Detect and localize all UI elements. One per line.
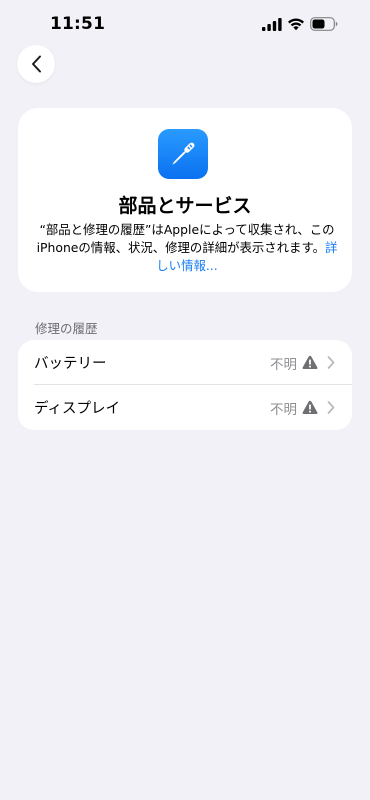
list-item-label: バッテリー: [34, 356, 107, 372]
repair-history-list: バッテリー 不明 ディスプレイ 不明: [18, 340, 352, 430]
chevron-right-icon: [327, 401, 335, 414]
page-title: 部品とサービス: [118, 195, 252, 217]
cellular-signal-icon: [262, 18, 282, 31]
list-item-label: ディスプレイ: [34, 401, 120, 417]
status-time: 11:51: [50, 14, 106, 34]
chevron-left-icon: [31, 55, 41, 73]
back-button[interactable]: [17, 45, 55, 83]
list-item-value: 不明: [270, 401, 297, 418]
warning-icon: [302, 355, 318, 369]
chevron-right-icon: [327, 356, 335, 369]
status-bar: 11:51: [0, 0, 370, 50]
section-label-repair-history: 修理の履歴: [35, 321, 98, 336]
list-item-battery[interactable]: バッテリー 不明: [18, 340, 352, 385]
screen: 11:51 部品とサービス “部品と修理の履歴”はAppleによって収集され、こ…: [0, 0, 370, 800]
description-text: “部品と修理の履歴”はAppleによって収集され、このiPhoneの情報、状況、…: [36, 222, 335, 255]
list-item-value: 不明: [270, 356, 297, 373]
header-card: 部品とサービス “部品と修理の履歴”はAppleによって収集され、このiPhon…: [18, 108, 352, 292]
list-item-display[interactable]: ディスプレイ 不明: [18, 385, 352, 430]
warning-icon: [302, 400, 318, 414]
screwdriver-icon: [158, 129, 208, 179]
battery-icon: [310, 17, 338, 31]
wifi-icon: [288, 18, 304, 31]
description: “部品と修理の履歴”はAppleによって収集され、このiPhoneの情報、状況、…: [32, 221, 342, 275]
